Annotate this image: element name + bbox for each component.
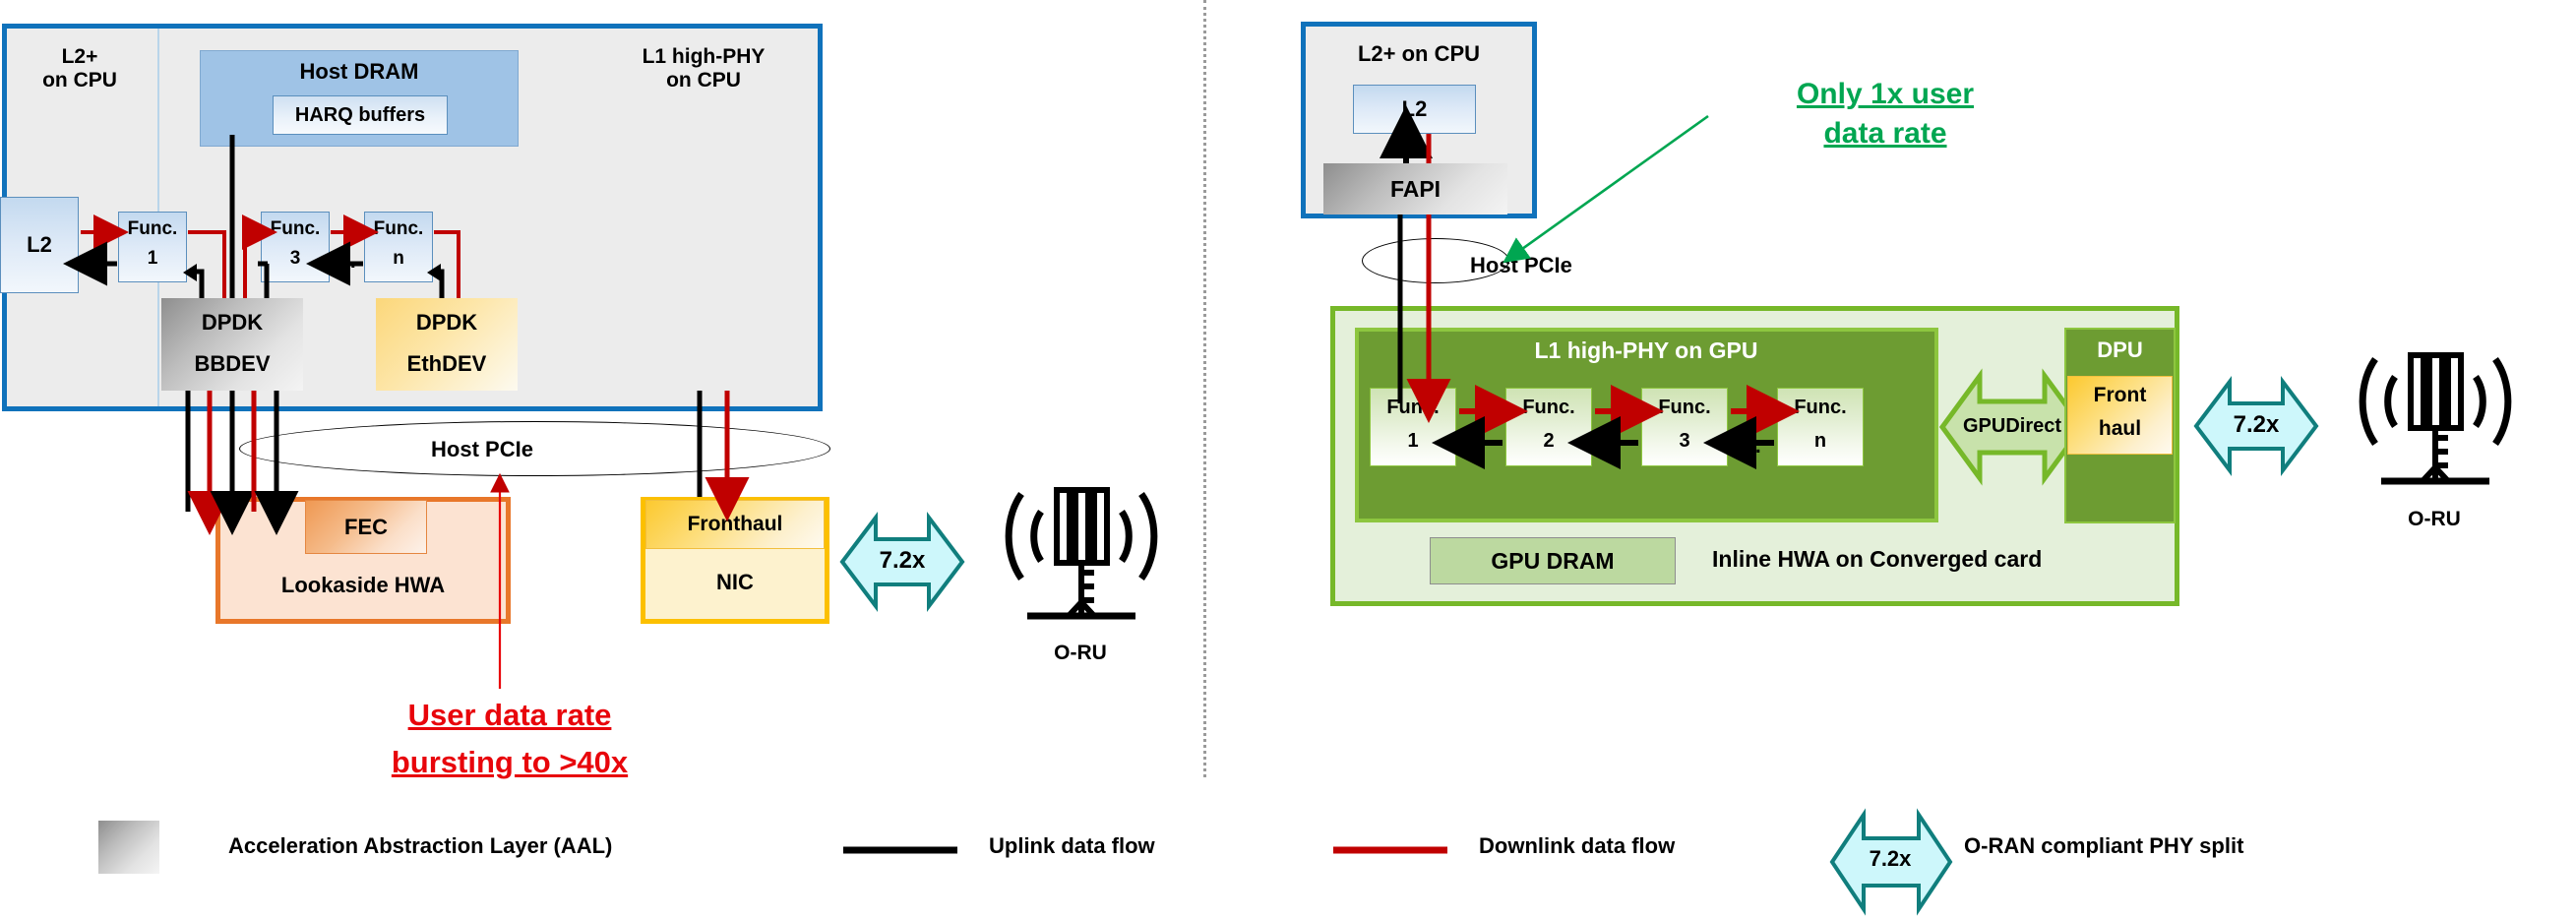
legend-aal-label: Acceleration Abstraction Layer (AAL) xyxy=(228,833,613,858)
right-flow-arrows xyxy=(1380,105,1800,469)
legend-uplink-label: Uplink data flow xyxy=(989,833,1155,858)
legend-downlink-line-icon xyxy=(1333,846,1447,854)
legend-split-label: O-RAN compliant PHY split xyxy=(1964,833,2244,858)
legend-uplink-line-icon xyxy=(843,846,957,854)
legend-downlink-label: Downlink data flow xyxy=(1479,833,1676,858)
legend-aal-swatch xyxy=(98,821,159,874)
legend-split-badge-label: 7.2x xyxy=(1869,845,1912,871)
